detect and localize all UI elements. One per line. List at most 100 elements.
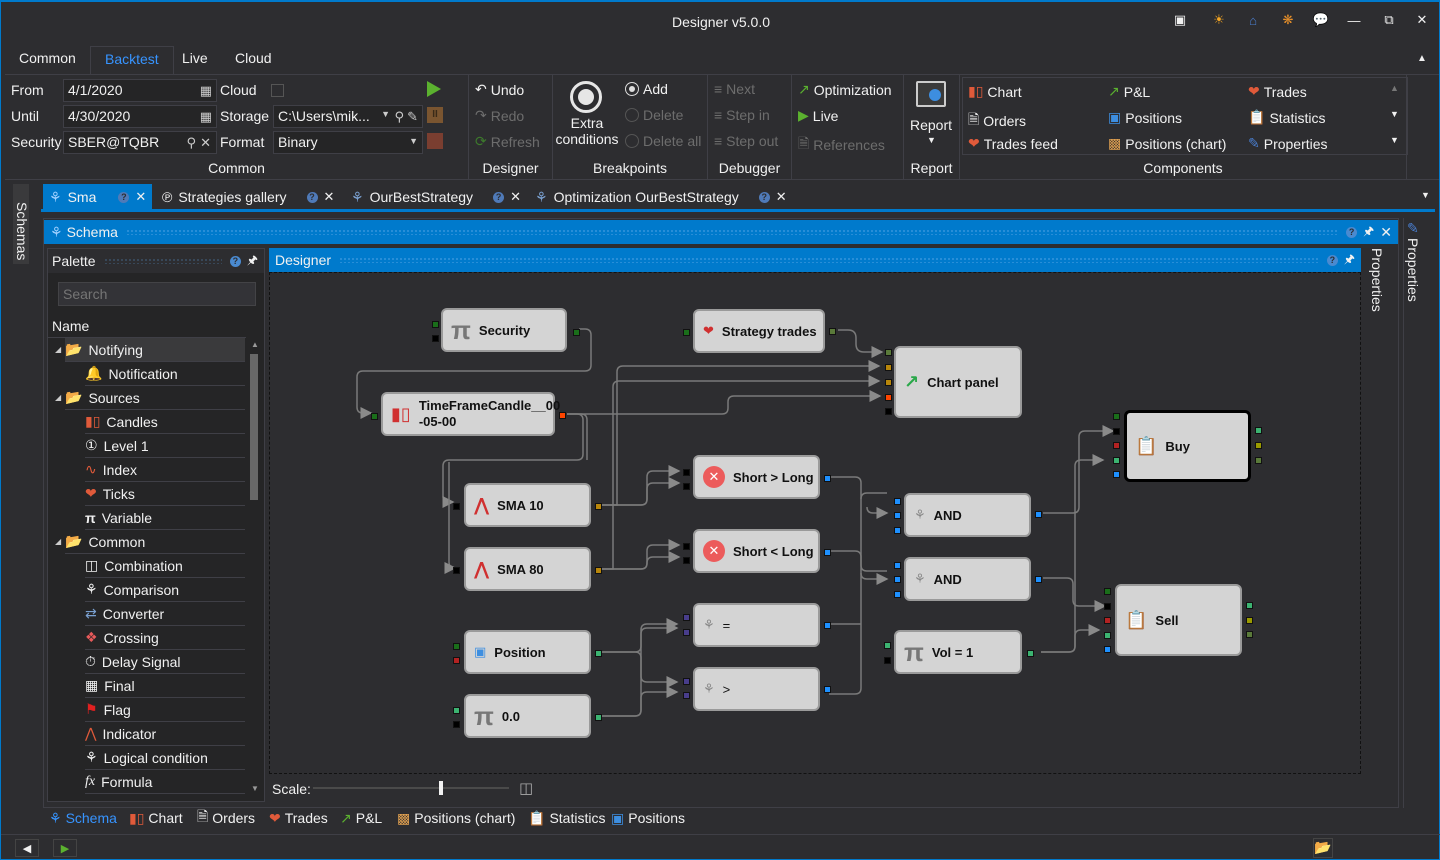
node-port[interactable] bbox=[1113, 413, 1120, 420]
help-icon[interactable]: ? bbox=[118, 191, 130, 203]
node-port[interactable] bbox=[894, 527, 901, 534]
node-port[interactable] bbox=[559, 412, 566, 419]
node-port[interactable] bbox=[683, 469, 690, 476]
close-icon[interactable]: ✕ bbox=[510, 189, 521, 205]
bottom-tab-statistics[interactable]: 📋 Statistics bbox=[528, 808, 605, 828]
storage-select[interactable]: C:\Users\mik... ▼ ⚲ ✎ bbox=[273, 105, 423, 128]
palette-item-crossing[interactable]: ❖ Crossing bbox=[85, 626, 245, 650]
refresh-button[interactable]: ⟳ Refresh bbox=[475, 133, 540, 150]
palette-item-formula[interactable]: fx Formula bbox=[85, 770, 245, 794]
node-port[interactable] bbox=[371, 413, 378, 420]
search-icon[interactable]: ⚲ bbox=[394, 109, 404, 125]
restore-button[interactable]: ⧉ bbox=[1378, 10, 1400, 30]
add-breakpoint-radio[interactable]: Add bbox=[625, 81, 668, 97]
node-port[interactable] bbox=[683, 543, 690, 550]
component-positions[interactable]: ▣ Positions bbox=[1108, 109, 1182, 126]
node-port[interactable] bbox=[453, 643, 460, 650]
node-port[interactable] bbox=[894, 498, 901, 505]
optimization-button[interactable]: ↗ Optimization bbox=[798, 81, 892, 98]
expand-icon[interactable]: ◢ bbox=[55, 393, 61, 402]
node-timeframe-candle[interactable]: ▮▯ TimeFrameCandle__00 -05-00 bbox=[381, 392, 560, 436]
delete-all-breakpoints-radio[interactable]: Delete all bbox=[625, 133, 701, 149]
node-short-lt-long[interactable]: ✕ Short < Long bbox=[693, 529, 820, 573]
help-icon[interactable]: ? bbox=[758, 191, 770, 203]
palette-item-variable[interactable]: π Variable bbox=[85, 506, 245, 530]
clear-icon[interactable]: ✕ bbox=[200, 135, 211, 151]
report-button[interactable]: Report bbox=[910, 117, 952, 133]
bottom-tab-positions[interactable]: ▣ Positions bbox=[611, 808, 685, 828]
pin-icon[interactable]: 🖈 bbox=[1363, 222, 1374, 243]
doc-tab-ourbeststrategy[interactable]: ⚘ OurBestStrategy? ✕ bbox=[345, 184, 527, 210]
palette-item-delay-signal[interactable]: ⏱ Delay Signal bbox=[85, 650, 245, 674]
component-statistics[interactable]: 📋 Statistics bbox=[1248, 109, 1325, 126]
node-port[interactable] bbox=[1246, 631, 1253, 638]
node-port[interactable] bbox=[1035, 511, 1042, 518]
component-orders[interactable]: 🗎 Orders bbox=[968, 109, 1026, 133]
node-port[interactable] bbox=[1246, 617, 1253, 624]
node-port[interactable] bbox=[595, 567, 602, 574]
node-port[interactable] bbox=[1104, 588, 1111, 595]
expand-icon[interactable]: ◢ bbox=[55, 537, 61, 546]
live-button[interactable]: ▶ Live bbox=[798, 107, 838, 124]
node-port[interactable] bbox=[595, 503, 602, 510]
node-port[interactable] bbox=[1255, 442, 1262, 449]
palette-item-comparison[interactable]: ⚘ Comparison bbox=[85, 578, 245, 602]
node-port[interactable] bbox=[1027, 650, 1034, 657]
bottom-tab-pnl[interactable]: ↗ P&L bbox=[340, 808, 382, 828]
node-port[interactable] bbox=[573, 329, 580, 336]
node-port[interactable] bbox=[894, 591, 901, 598]
palette-item-level1[interactable]: ① Level 1 bbox=[85, 434, 245, 458]
node-security[interactable]: π Security bbox=[441, 308, 567, 352]
scale-slider-thumb[interactable] bbox=[439, 781, 443, 795]
stop-button[interactable] bbox=[427, 133, 443, 149]
node-port[interactable] bbox=[885, 349, 892, 356]
palette-item-flag[interactable]: ⚑ Flag bbox=[85, 698, 245, 722]
palette-item-index[interactable]: ∿ Index bbox=[85, 458, 245, 482]
properties-side-tab[interactable]: Properties bbox=[1405, 238, 1421, 302]
node-port[interactable] bbox=[894, 576, 901, 583]
node-port[interactable] bbox=[683, 483, 690, 490]
palette-group-notifying[interactable]: 📂 Notifying bbox=[65, 338, 245, 362]
help-icon[interactable]: ? bbox=[493, 191, 505, 203]
pin-icon[interactable]: 🖈 bbox=[1344, 250, 1355, 271]
scale-slider[interactable] bbox=[313, 787, 509, 789]
node-port[interactable] bbox=[683, 678, 690, 685]
schemas-side-label[interactable]: Schemas bbox=[14, 202, 30, 260]
node-port[interactable] bbox=[829, 328, 836, 335]
node-port[interactable] bbox=[432, 321, 439, 328]
bottom-tab-positions-chart[interactable]: ▩ Positions (chart) bbox=[397, 808, 515, 828]
node-port[interactable] bbox=[824, 686, 831, 693]
node-sma80[interactable]: ⋀ SMA 80 bbox=[464, 547, 591, 591]
help-icon[interactable]: ? bbox=[1326, 254, 1338, 266]
palette-group-sources[interactable]: 📂 Sources bbox=[65, 386, 245, 410]
palette-item-final[interactable]: ▦ Final bbox=[85, 674, 245, 698]
expand-icon[interactable]: ◢ bbox=[55, 345, 61, 354]
doc-tab-optimization[interactable]: ⚘ Optimization OurBestStrategy? ✕ bbox=[529, 184, 793, 210]
chevron-down-icon[interactable]: ▼ bbox=[381, 109, 390, 119]
node-sell[interactable]: 📋 Sell bbox=[1115, 584, 1242, 656]
close-button[interactable]: ✕ bbox=[1411, 10, 1433, 30]
from-date-input[interactable]: 4/1/2020 ▦ bbox=[63, 79, 217, 102]
node-port[interactable] bbox=[453, 721, 460, 728]
format-select[interactable]: Binary ▼ bbox=[273, 131, 423, 154]
until-date-input[interactable]: 4/30/2020 ▦ bbox=[63, 105, 217, 128]
component-properties[interactable]: ✎ Properties bbox=[1248, 135, 1328, 152]
palette-item-converter[interactable]: ⇄ Converter bbox=[85, 602, 245, 626]
bottom-tab-trades[interactable]: ❤ Trades bbox=[269, 808, 328, 828]
delete-breakpoint-radio[interactable]: Delete bbox=[625, 107, 683, 123]
node-greater[interactable]: ⚘ > bbox=[693, 667, 820, 711]
help-icon[interactable]: ? bbox=[1346, 226, 1358, 238]
palette-scrollbar[interactable]: ▲ ▼ bbox=[247, 338, 261, 798]
node-port[interactable] bbox=[683, 329, 690, 336]
node-port[interactable] bbox=[1113, 471, 1120, 478]
node-port[interactable] bbox=[1035, 576, 1042, 583]
node-strategy-trades[interactable]: ❤ Strategy trades bbox=[693, 309, 825, 353]
undo-button[interactable]: ↶ Undo bbox=[475, 81, 524, 98]
palette-item-candles[interactable]: ▮▯ Candles bbox=[85, 410, 245, 434]
node-port[interactable] bbox=[1255, 457, 1262, 464]
node-port[interactable] bbox=[884, 657, 891, 664]
cloud-checkbox[interactable] bbox=[271, 84, 284, 97]
sun-icon[interactable]: ☀ bbox=[1208, 10, 1230, 30]
back-button[interactable]: ◀ bbox=[15, 839, 39, 857]
component-positions-chart[interactable]: ▩ Positions (chart) bbox=[1108, 135, 1226, 152]
